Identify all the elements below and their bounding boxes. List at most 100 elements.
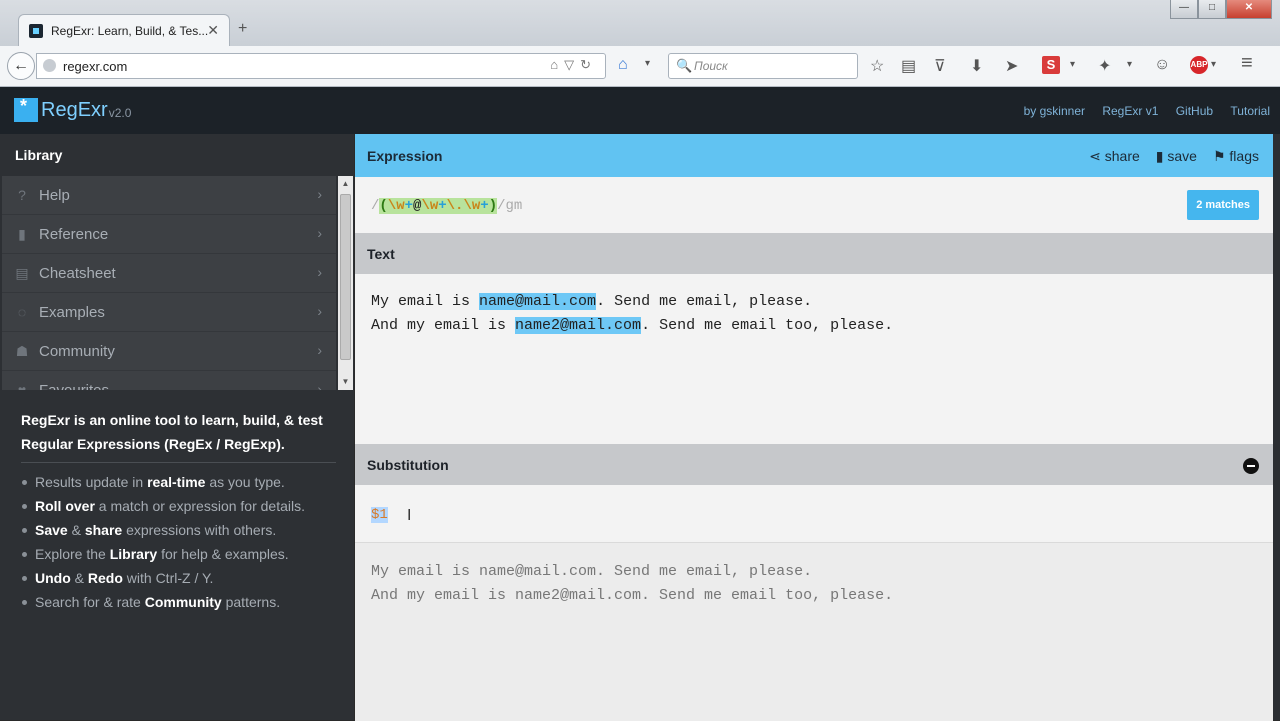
list-item: Roll over a match or expression for deta…: [21, 494, 351, 518]
divider: [21, 462, 336, 463]
menu-icon[interactable]: ≡: [1241, 52, 1253, 75]
expression-title: Expression: [367, 148, 443, 164]
sidebar: Library ? Help › ▮ Reference › ▤ Cheatsh…: [0, 134, 354, 720]
url-bar[interactable]: regexr.com ⌂▽↻: [36, 53, 606, 79]
chevron-down-icon[interactable]: ▾: [1070, 59, 1075, 70]
regex-expression[interactable]: /(\w+@\w+\.\w+)/gm: [371, 198, 522, 214]
substitution-title: Substitution: [367, 457, 449, 473]
clipboard-icon: ▤: [15, 265, 29, 281]
match-highlight: name@mail.com: [479, 293, 597, 310]
chevron-right-icon: ›: [317, 264, 322, 280]
library-menu: ? Help › ▮ Reference › ▤ Cheatsheet › ◌ …: [2, 176, 336, 390]
sidebar-item-help[interactable]: ? Help ›: [2, 176, 336, 215]
bookmark-star-icon[interactable]: ☆: [870, 56, 884, 76]
back-button[interactable]: ←: [7, 52, 35, 80]
library-title: Library: [15, 147, 63, 163]
sidebar-item-cheatsheet[interactable]: ▤ Cheatsheet ›: [2, 254, 336, 293]
chat-icon[interactable]: ☺: [1154, 56, 1170, 74]
lightbulb-icon: ◌: [17, 304, 27, 320]
collapse-minus-icon[interactable]: [1243, 458, 1259, 474]
text-content[interactable]: My email is name@mail.com. Send me email…: [371, 290, 893, 338]
send-icon[interactable]: ➤: [1005, 56, 1018, 76]
browser-navbar: ← regexr.com ⌂▽↻ ⌂ ▾ 🔍 Поиск ☆ ▤ ⊽ ⬇ ➤ S…: [0, 46, 1280, 87]
chevron-right-icon: ›: [317, 342, 322, 358]
regexr-logo[interactable]: RegExr v2.0: [14, 96, 132, 122]
text-title: Text: [367, 246, 395, 262]
link-regexr-v1[interactable]: RegExr v1: [1102, 104, 1158, 118]
link-tutorial[interactable]: Tutorial: [1230, 104, 1270, 118]
list-item: Undo & Redo with Ctrl-Z / Y.: [21, 566, 351, 590]
url-bar-icons[interactable]: ⌂▽↻: [550, 57, 597, 73]
list-item: Explore the Library for help & examples.: [21, 542, 351, 566]
expression-editor[interactable]: /(\w+@\w+\.\w+)/gm 2 matches: [355, 177, 1273, 233]
expression-actions: ⋖ share ▮ save ⚑ flags: [1089, 148, 1259, 165]
list-item: Results update in real-time as you type.: [21, 470, 351, 494]
reading-list-icon[interactable]: ▤: [901, 56, 916, 76]
sidebar-item-reference[interactable]: ▮ Reference ›: [2, 215, 336, 254]
sidebar-item-examples[interactable]: ◌ Examples ›: [2, 293, 336, 332]
substitution-header: Substitution: [355, 444, 1273, 485]
chevron-right-icon: ›: [317, 303, 322, 319]
sidebar-item-label: Examples: [39, 304, 105, 321]
expression-header: Expression ⋖ share ▮ save ⚑ flags: [355, 134, 1273, 177]
substitution-result: My email is name@mail.com. Send me email…: [355, 542, 1273, 721]
substitution-input[interactable]: $1 I: [355, 485, 1273, 542]
sidebar-item-community[interactable]: ☗ Community ›: [2, 332, 336, 371]
result-content: My email is name@mail.com. Send me email…: [371, 563, 894, 604]
maximize-button[interactable]: □: [1198, 0, 1226, 19]
browser-tab[interactable]: RegExr: Learn, Build, & Tes... ✕: [18, 14, 230, 46]
scrollbar-thumb[interactable]: [340, 194, 351, 360]
new-tab-button[interactable]: +: [238, 20, 247, 38]
list-item: Save & share expressions with others.: [21, 518, 351, 542]
app-version: v2.0: [108, 105, 132, 120]
adblock-icon[interactable]: ABP: [1190, 56, 1208, 74]
sidebar-item-label: Reference: [39, 226, 109, 243]
pocket-icon[interactable]: ⊽: [934, 56, 946, 76]
s-addon-icon[interactable]: S: [1042, 56, 1060, 74]
link-gskinner[interactable]: by gskinner: [1024, 104, 1085, 118]
minimize-button[interactable]: —: [1170, 0, 1198, 19]
sidebar-item-favourites[interactable]: ♥ Favourites ›: [2, 371, 336, 390]
home-icon[interactable]: ⌂: [618, 56, 628, 74]
text-editor[interactable]: My email is name@mail.com. Send me email…: [355, 274, 1273, 444]
search-icon: 🔍: [676, 58, 693, 73]
page-edge: [1273, 134, 1280, 720]
match-highlight: name2@mail.com: [515, 317, 642, 334]
scroll-down-icon[interactable]: ▼: [338, 374, 353, 390]
feature-list: Results update in real-time as you type.…: [21, 470, 351, 614]
list-item: Search for & rate Community patterns.: [21, 590, 351, 614]
top-links: by gskinner RegExr v1 GitHub Tutorial: [1010, 104, 1270, 118]
app-name: RegExr: [41, 98, 108, 121]
sidebar-item-label: Cheatsheet: [39, 265, 116, 282]
chevron-down-icon[interactable]: ▾: [645, 58, 650, 69]
chevron-right-icon: ›: [317, 225, 322, 241]
chevron-right-icon: ›: [317, 186, 322, 202]
save-button[interactable]: ▮ save: [1156, 148, 1197, 165]
chevron-down-icon[interactable]: ▾: [1127, 59, 1132, 70]
chevron-down-icon[interactable]: ▾: [1211, 59, 1216, 70]
flags-button[interactable]: ⚑ flags: [1213, 148, 1259, 165]
library-scrollbar[interactable]: ▲ ▼: [338, 176, 353, 390]
bookmark-icon: ▮: [1155, 148, 1164, 164]
app-header: RegExr v2.0 by gskinner RegExr v1 GitHub…: [0, 87, 1280, 134]
addon-icon[interactable]: ✦: [1098, 56, 1111, 76]
share-button[interactable]: ⋖ share: [1089, 148, 1140, 165]
book-icon: ▮: [18, 226, 26, 242]
intro-text: RegExr is an online tool to learn, build…: [21, 412, 323, 452]
window-controls: — □ ✕: [1170, 0, 1272, 20]
download-icon[interactable]: ⬇: [970, 56, 983, 76]
tab-title: RegExr: Learn, Build, & Tes...: [51, 24, 209, 38]
url-text[interactable]: regexr.com: [63, 59, 127, 74]
heart-icon: ♥: [17, 382, 27, 390]
chevron-right-icon: ›: [317, 381, 322, 390]
share-icon: ⋖: [1089, 148, 1101, 164]
text-header: Text: [355, 233, 1273, 274]
search-input[interactable]: 🔍 Поиск: [668, 53, 858, 79]
scroll-up-icon[interactable]: ▲: [338, 176, 353, 192]
tab-close-icon[interactable]: ✕: [207, 22, 219, 39]
search-placeholder: Поиск: [694, 59, 728, 73]
link-github[interactable]: GitHub: [1176, 104, 1213, 118]
substitution-value[interactable]: $1: [371, 507, 388, 523]
globe-icon: [43, 59, 56, 72]
close-window-button[interactable]: ✕: [1226, 0, 1272, 19]
